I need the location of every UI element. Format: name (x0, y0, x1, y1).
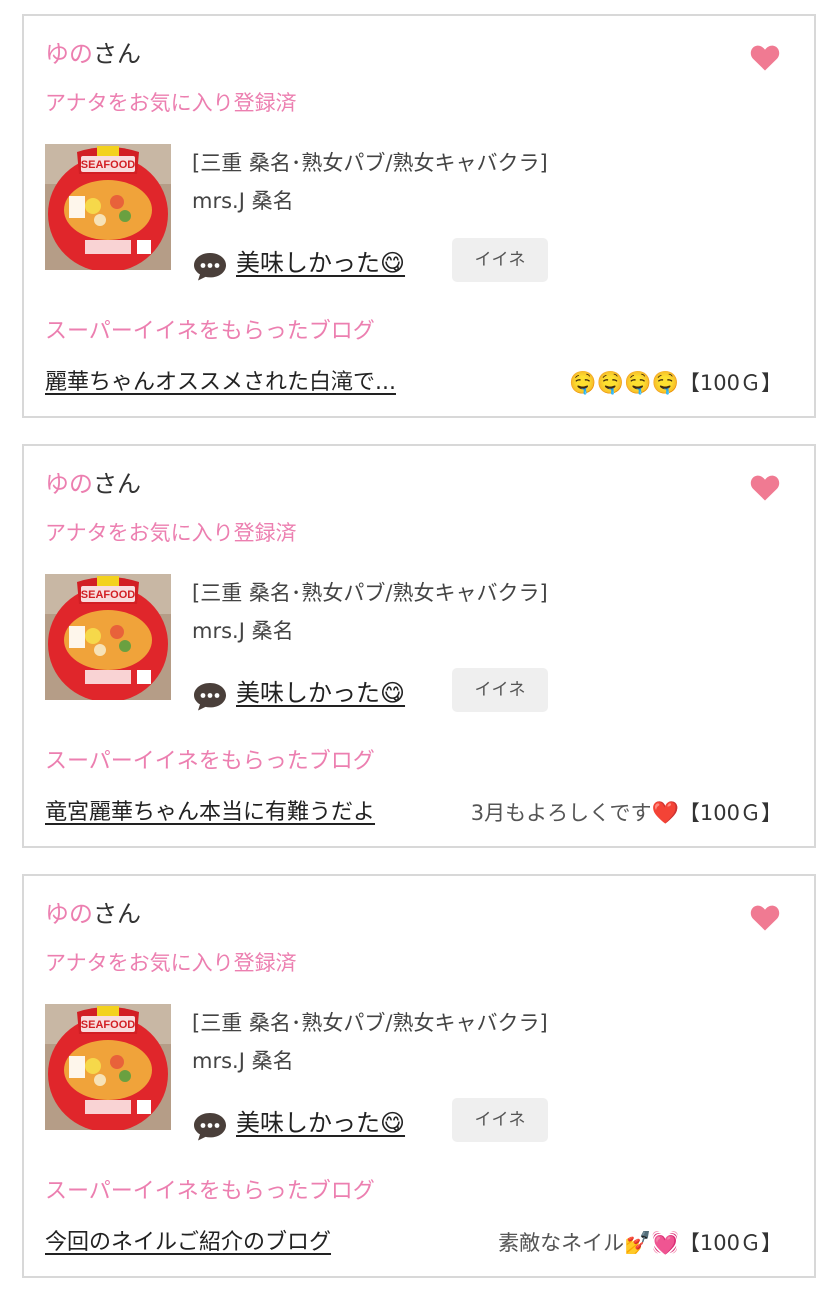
blog-meta: 🤤🤤🤤🤤【100Ｇ】 (569, 366, 782, 401)
user-line: ゆのさん (45, 898, 141, 930)
user-suffix: さん (93, 40, 141, 68)
heart-icon[interactable] (750, 474, 780, 502)
shop-thumbnail[interactable]: SEAFOOD (45, 574, 171, 700)
favorite-status: アナタをお気に入り登録済 (45, 91, 297, 115)
svg-text:SEAFOOD: SEAFOOD (81, 159, 135, 171)
shop-name[interactable]: mrs.J 桑名 (192, 186, 294, 216)
svg-text:SEAFOOD: SEAFOOD (81, 1019, 135, 1031)
heart-icon[interactable] (750, 904, 780, 932)
blog-link[interactable]: 今回のネイルご紹介のブログ (45, 1226, 331, 1260)
speech-bubble-icon (194, 1113, 226, 1141)
user-line: ゆのさん (45, 468, 141, 500)
points-badge: 【100Ｇ】 (678, 371, 782, 395)
blog-emoji: 🤤🤤🤤🤤 (569, 371, 679, 396)
shop-category: [三重 桑名･熟女パブ/熟女キャバクラ] (192, 581, 548, 605)
super-like-title: スーパーイイネをもらったブログ (45, 1179, 375, 1204)
points-badge: 【100Ｇ】 (678, 1231, 782, 1255)
like-button[interactable]: イイネ (452, 238, 548, 282)
shop-category: [三重 桑名･熟女パブ/熟女キャバクラ] (192, 1011, 548, 1035)
super-like-title: スーパーイイネをもらったブログ (45, 749, 375, 774)
blog-comment: 3月もよろしくです (470, 801, 652, 825)
comment-link[interactable]: 美味しかった😋 (236, 246, 405, 280)
user-line: ゆのさん (45, 38, 141, 70)
shop-thumbnail[interactable]: SEAFOOD (45, 144, 171, 270)
user-suffix: さん (93, 470, 141, 498)
user-name-link[interactable]: ゆの (45, 40, 93, 68)
blog-link[interactable]: 竜宮麗華ちゃん本当に有難うだよ (45, 796, 375, 830)
shop-category: [三重 桑名･熟女パブ/熟女キャバクラ] (192, 151, 548, 175)
blog-comment: 素敵なネイル (498, 1231, 625, 1255)
comment-link[interactable]: 美味しかった😋 (236, 1106, 405, 1140)
review-card: ゆのさん アナタをお気に入り登録済 SEAFOOD [三重 桑名･熟女パブ/熟女… (22, 874, 816, 1278)
user-suffix: さん (93, 900, 141, 928)
shop-name[interactable]: mrs.J 桑名 (192, 616, 294, 646)
shop-name[interactable]: mrs.J 桑名 (192, 1046, 294, 1076)
super-like-title: スーパーイイネをもらったブログ (45, 319, 375, 344)
favorite-status: アナタをお気に入り登録済 (45, 521, 297, 545)
user-name-link[interactable]: ゆの (45, 470, 93, 498)
blog-meta: 素敵なネイル💅💓【100Ｇ】 (498, 1226, 782, 1261)
heart-icon[interactable] (750, 44, 780, 72)
blog-link[interactable]: 麗華ちゃんオススメされた白滝で... (45, 366, 396, 400)
user-name-link[interactable]: ゆの (45, 900, 93, 928)
blog-meta: 3月もよろしくです❤️【100Ｇ】 (471, 796, 782, 831)
svg-text:SEAFOOD: SEAFOOD (81, 589, 135, 601)
like-button[interactable]: イイネ (452, 668, 548, 712)
blog-emoji: 💅💓 (624, 1231, 679, 1256)
comment-link[interactable]: 美味しかった😋 (236, 676, 405, 710)
blog-emoji: ❤️ (651, 801, 679, 826)
speech-bubble-icon (194, 683, 226, 711)
review-card: ゆのさん アナタをお気に入り登録済 SEAFOOD [三重 桑名･熟女パブ/熟女… (22, 444, 816, 848)
speech-bubble-icon (194, 253, 226, 281)
points-badge: 【100Ｇ】 (678, 801, 782, 825)
favorite-status: アナタをお気に入り登録済 (45, 951, 297, 975)
review-card: ゆのさん アナタをお気に入り登録済 SEAFOOD [三重 桑名･熟女パブ/熟女… (22, 14, 816, 418)
shop-thumbnail[interactable]: SEAFOOD (45, 1004, 171, 1130)
like-button[interactable]: イイネ (452, 1098, 548, 1142)
